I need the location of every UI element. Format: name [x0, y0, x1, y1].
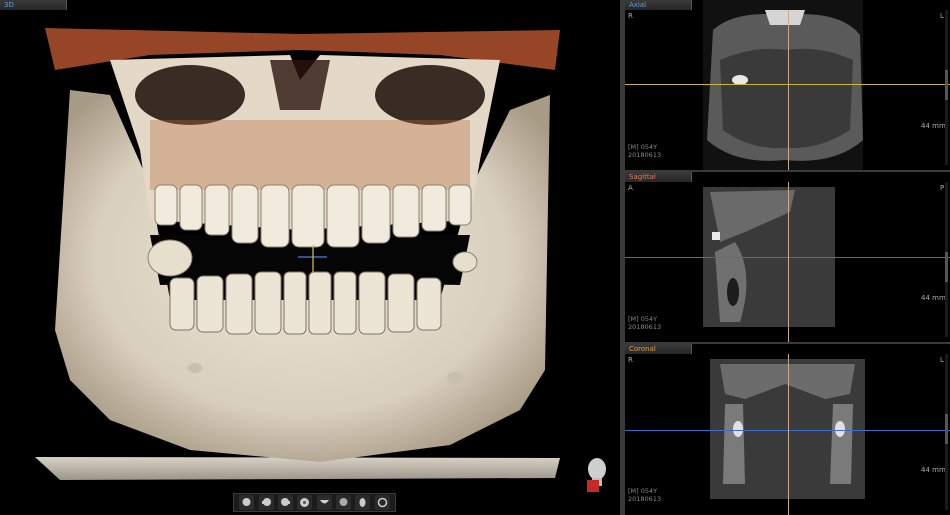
coronal-scrollbar[interactable] — [945, 354, 948, 510]
axial-scale-label: 44 mm — [921, 122, 946, 130]
view-back-icon[interactable] — [336, 495, 352, 510]
view-front-icon[interactable] — [239, 495, 255, 510]
sagittal-orientation-top-left: A — [628, 184, 633, 192]
view-3d[interactable]: 3D — [0, 0, 620, 515]
sagittal-orientation-right: P — [940, 184, 945, 192]
sagittal-scrollbar[interactable] — [945, 182, 948, 337]
view-oblique-icon[interactable] — [355, 495, 371, 510]
sagittal-crosshair-vertical[interactable] — [788, 182, 789, 342]
sagittal-patient-info: [M] 054Y 20180613 — [628, 315, 661, 331]
skull-render[interactable] — [0, 0, 620, 515]
axial-crosshair-vertical[interactable] — [788, 10, 789, 170]
axial-patient-info: [M] 054Y 20180613 — [628, 143, 661, 159]
sagittal-info-line-2: 20180613 — [628, 323, 662, 331]
sagittal-scale-label: 44 mm — [921, 294, 946, 302]
coronal-orientation-top-left: R — [628, 356, 633, 364]
coronal-info-line-1: [M] 054Y — [628, 487, 658, 495]
view-coronal[interactable]: Coronal R L 44 mm [M] 054Y 20180613 — [625, 344, 950, 515]
axial-info-line-2: 20180613 — [628, 151, 662, 159]
axial-orientation-top-left: R — [628, 12, 633, 20]
axial-info-line-1: [M] 054Y — [628, 143, 658, 151]
axial-orientation-right: L — [940, 12, 944, 20]
view-preset-toolbar — [233, 493, 396, 512]
view-axial[interactable]: Axial R L 44 mm [M] 054Y 20180613 — [625, 0, 950, 170]
coronal-info-line-2: 20180613 — [628, 495, 662, 503]
sagittal-info-line-1: [M] 054Y — [628, 315, 658, 323]
coronal-patient-info: [M] 054Y 20180613 — [628, 487, 661, 503]
view-top-icon[interactable] — [297, 495, 313, 510]
orientation-head-icon[interactable] — [584, 456, 610, 494]
view-sagittal[interactable]: Sagittal A P 44 mm [M] 054Y 20180613 — [625, 172, 950, 342]
view-right-icon[interactable] — [277, 495, 293, 510]
coronal-orientation-right: L — [940, 356, 944, 364]
coronal-crosshair-vertical[interactable] — [788, 354, 789, 515]
view-left-icon[interactable] — [258, 495, 274, 510]
view-bottom-icon[interactable] — [316, 495, 332, 510]
reset-view-icon[interactable] — [374, 495, 390, 510]
coronal-scale-label: 44 mm — [921, 466, 946, 474]
axial-scrollbar[interactable] — [945, 10, 948, 165]
